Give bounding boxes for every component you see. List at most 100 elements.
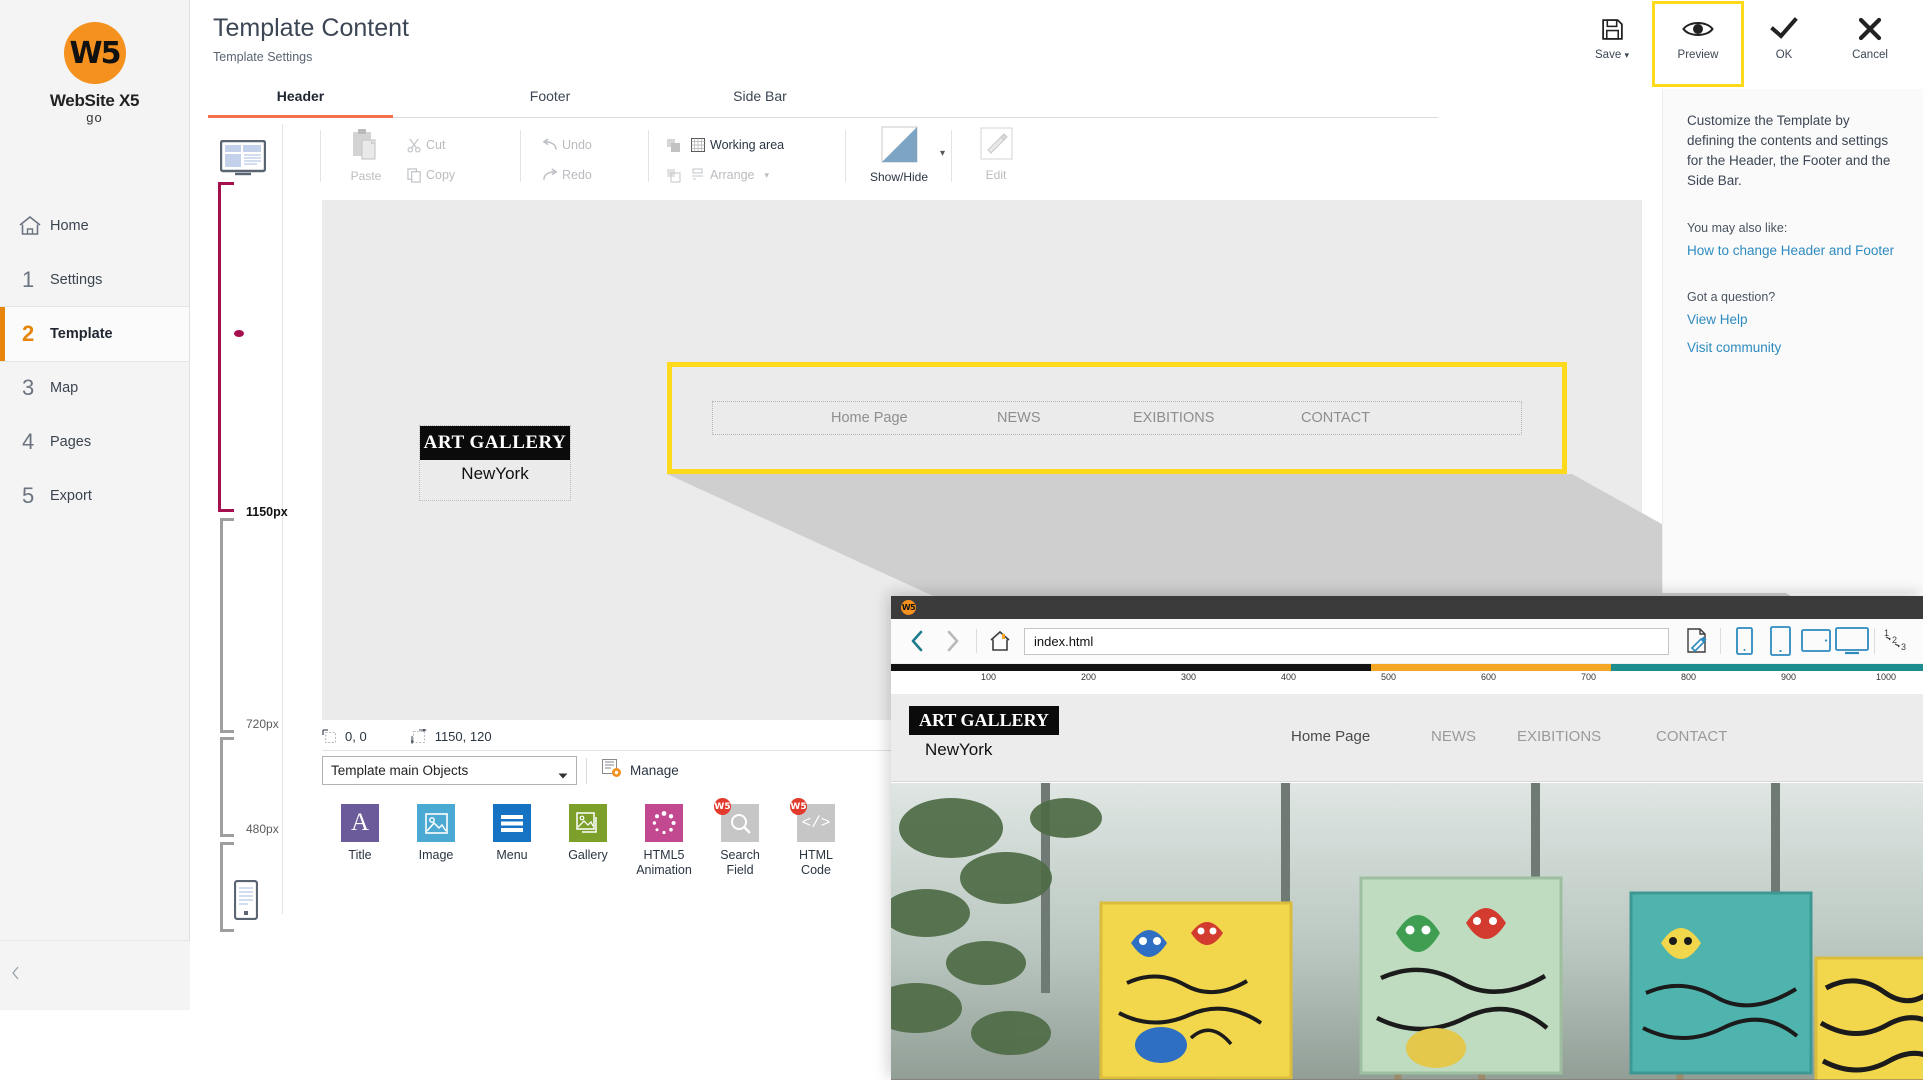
- object-html-code[interactable]: W5 </> HTML Code: [778, 798, 854, 878]
- preview-button[interactable]: Preview: [1652, 1, 1744, 87]
- sidebar-item-map[interactable]: 3 Map: [0, 361, 189, 415]
- undo-button[interactable]: Undo: [538, 132, 592, 158]
- responsive-width-ruler[interactable]: 100 200 300 400 500 600 700 800 900 1000: [891, 664, 1923, 694]
- site-menu-item-news[interactable]: NEWS: [1431, 728, 1476, 745]
- sidebar-item-pages[interactable]: 4 Pages: [0, 415, 189, 469]
- edit-button[interactable]: Edit: [968, 126, 1024, 182]
- tab-footer[interactable]: Footer: [480, 88, 620, 117]
- ruler-label-1150: 1150px: [246, 505, 288, 519]
- chevron-down-icon[interactable]: ▾: [764, 170, 769, 181]
- cancel-button[interactable]: Cancel: [1827, 4, 1913, 70]
- position-icon: [322, 729, 337, 744]
- help-also-like-heading: You may also like:: [1687, 221, 1788, 235]
- object-search-field[interactable]: W5 Search Field: [702, 798, 778, 878]
- show-hide-button[interactable]: Show/Hide: [862, 126, 936, 184]
- forward-button[interactable]: [935, 623, 971, 659]
- size-icon: [410, 729, 427, 744]
- object-title[interactable]: A Title: [322, 804, 398, 878]
- help-link-header-footer[interactable]: How to change Header and Footer: [1663, 241, 1923, 260]
- canvas-menu-item-contact[interactable]: CONTACT: [1301, 410, 1370, 426]
- object-label: Search Field: [720, 848, 760, 877]
- ribbon-toolbar: Paste Cut Copy Undo Redo Working area Ar…: [190, 120, 1438, 196]
- working-area-button[interactable]: Working area: [662, 132, 784, 158]
- ruler-bracket-mobile[interactable]: [220, 842, 234, 932]
- ruler-bracket-720[interactable]: [220, 518, 234, 733]
- sidebar-item-settings[interactable]: 1 Settings: [0, 253, 189, 307]
- ruler-bracket-480[interactable]: [220, 737, 234, 837]
- ruler-segment-desktop: [1611, 664, 1923, 671]
- edit-page-icon[interactable]: [1679, 623, 1715, 659]
- ruler-bracket-active[interactable]: [218, 182, 234, 512]
- logo-mark: W5: [63, 22, 126, 84]
- object-image[interactable]: Image: [398, 804, 474, 878]
- ruler-ticks: 100 200 300 400 500 600 700 800 900 1000: [891, 672, 1923, 694]
- desktop-icon[interactable]: [219, 139, 267, 181]
- site-menu-item-exibitions[interactable]: EXIBITIONS: [1517, 728, 1601, 745]
- copy-button[interactable]: Copy: [402, 162, 455, 188]
- object-menu[interactable]: Menu: [474, 804, 550, 878]
- logo-object[interactable]: ART GALLERY NewYork: [419, 425, 571, 501]
- browser-titlebar[interactable]: W5: [891, 596, 1923, 619]
- phablet-portrait-icon[interactable]: [1762, 623, 1798, 659]
- manage-button[interactable]: Manage: [602, 759, 679, 781]
- tab-side-bar[interactable]: Side Bar: [690, 88, 830, 117]
- object-gallery[interactable]: Gallery: [550, 804, 626, 878]
- sidebar-item-home[interactable]: Home: [0, 199, 189, 253]
- ruler-divider: [282, 124, 283, 914]
- sidebar-item-number: 1: [22, 267, 35, 292]
- object-list: A Title Image Menu Gallery HTML5 Animati…: [322, 798, 854, 878]
- phone-portrait-icon[interactable]: [1726, 623, 1762, 659]
- canvas-menu-item-exibitions[interactable]: EXIBITIONS: [1133, 410, 1214, 426]
- site-logo-title: ART GALLERY: [909, 706, 1059, 735]
- menu-object[interactable]: Home Page NEWS EXIBITIONS CONTACT: [712, 401, 1522, 435]
- sidebar-item-number: 2: [22, 321, 35, 346]
- object-html5-animation[interactable]: HTML5 Animation: [626, 804, 702, 878]
- page-title: Template Content: [213, 14, 409, 42]
- object-group-select[interactable]: Template main Objects: [322, 756, 577, 785]
- paste-button[interactable]: Paste: [338, 128, 394, 183]
- ruler-tick-400: 400: [1281, 672, 1297, 682]
- canvas-menu-item-home-page[interactable]: Home Page: [831, 410, 908, 426]
- site-menu-item-home-page[interactable]: Home Page: [1291, 728, 1370, 745]
- help-link-view-help[interactable]: View Help: [1663, 310, 1923, 329]
- steps-123-icon[interactable]: 1 2 3: [1879, 623, 1915, 659]
- page-subtitle: Template Settings: [213, 50, 313, 64]
- mobile-icon[interactable]: [233, 879, 259, 925]
- ruler-tick-300: 300: [1181, 672, 1197, 682]
- cut-button[interactable]: Cut: [402, 132, 455, 158]
- arrange-button[interactable]: Arrange ▾: [662, 162, 784, 188]
- sidebar-item-label: Map: [50, 380, 79, 396]
- ruler-breakpoint-dot[interactable]: [234, 330, 244, 337]
- desktop-icon[interactable]: [1834, 623, 1870, 659]
- manage-label: Manage: [630, 762, 679, 778]
- menu-object-highlight[interactable]: Home Page NEWS EXIBITIONS CONTACT: [667, 362, 1567, 474]
- home-button[interactable]: [982, 623, 1018, 659]
- object-label: HTML5 Animation: [636, 848, 692, 877]
- letter-a-icon: A: [341, 804, 379, 842]
- url-input[interactable]: index.html: [1024, 627, 1669, 655]
- tablet-landscape-icon[interactable]: [1798, 623, 1834, 659]
- align-icon: [686, 168, 710, 182]
- sidebar-item-export[interactable]: 5 Export: [0, 469, 189, 523]
- browser-toolbar: index.html 1 2 3: [891, 619, 1923, 664]
- site-menu-item-contact[interactable]: CONTACT: [1656, 728, 1727, 745]
- tab-label: Header: [276, 88, 325, 104]
- sidebar-collapse-button[interactable]: [0, 940, 190, 1010]
- save-button[interactable]: Save ▾: [1569, 4, 1655, 70]
- hero-image: [891, 783, 1923, 1080]
- back-button[interactable]: [899, 623, 935, 659]
- preview-browser-window[interactable]: W5 index.html 1 2 3 100 200 300 400 500 …: [891, 596, 1923, 1080]
- ok-button[interactable]: OK: [1741, 4, 1827, 70]
- help-link-visit-community[interactable]: Visit community: [1663, 338, 1923, 357]
- tab-header[interactable]: Header: [208, 88, 393, 118]
- sidebar-item-template[interactable]: 2 Template: [0, 307, 189, 361]
- redo-button[interactable]: Redo: [538, 162, 592, 188]
- chevron-down-icon[interactable]: ▾: [940, 148, 945, 159]
- canvas-menu-item-news[interactable]: NEWS: [997, 410, 1041, 426]
- preview-page[interactable]: ART GALLERY NewYork Home Page NEWS EXIBI…: [891, 694, 1923, 1080]
- grid-icon: [686, 138, 710, 152]
- pro-badge: W5: [790, 798, 807, 815]
- logo-sub: go: [86, 110, 103, 125]
- object-group-value: Template main Objects: [331, 763, 469, 778]
- layers-small-icon: [662, 168, 686, 183]
